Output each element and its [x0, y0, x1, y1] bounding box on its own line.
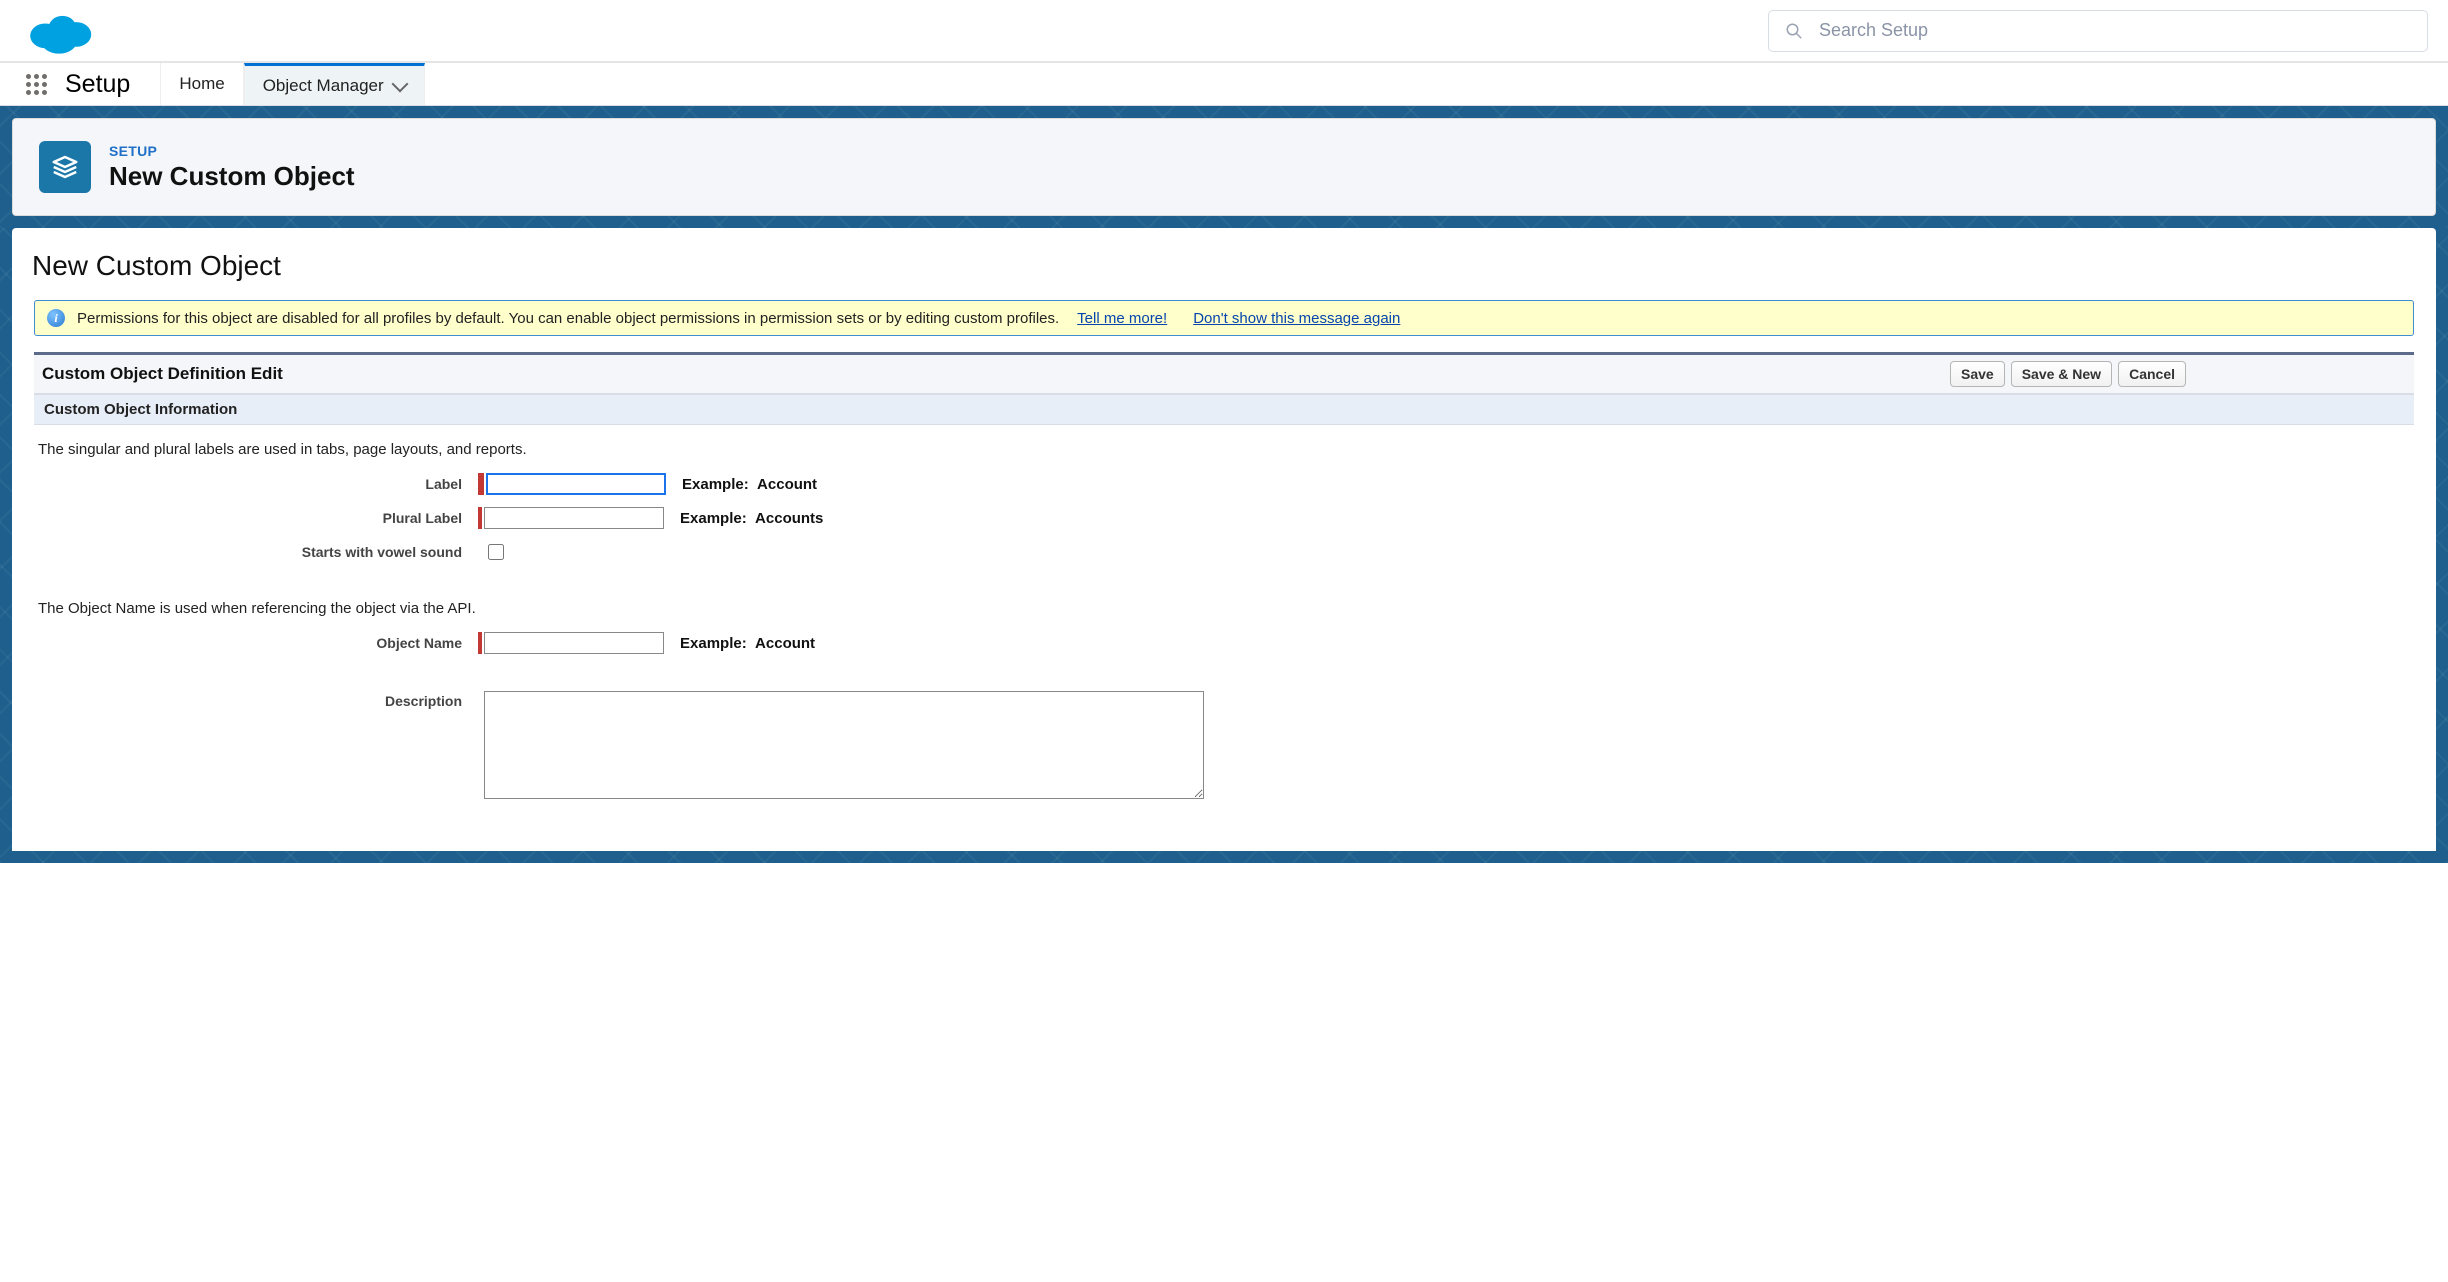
required-indicator — [478, 507, 482, 529]
page-header: SETUP New Custom Object — [12, 118, 2436, 216]
object-name-input[interactable] — [484, 632, 664, 654]
custom-object-icon — [39, 141, 91, 193]
plural-label-input[interactable] — [484, 507, 664, 529]
context-bar: Setup Home Object Manager — [0, 62, 2448, 106]
app-name: Setup — [65, 70, 130, 99]
tell-me-more-link[interactable]: Tell me more! — [1077, 310, 1167, 327]
tab-label: Object Manager — [263, 76, 384, 96]
helper-text-1: The singular and plural labels are used … — [38, 441, 2410, 458]
button-row: Save Save & New Cancel — [1950, 361, 2186, 387]
inner-title: New Custom Object — [32, 250, 2416, 282]
salesforce-cloud-logo-icon — [24, 7, 94, 55]
subsection-title: Custom Object Information — [34, 394, 2414, 425]
app-launcher-icon[interactable] — [26, 74, 47, 95]
content-card: New Custom Object i Permissions for this… — [12, 228, 2436, 851]
vowel-checkbox[interactable] — [488, 544, 504, 560]
page-eyebrow: SETUP — [109, 143, 355, 159]
chevron-down-icon — [391, 75, 408, 92]
label-input[interactable] — [486, 473, 666, 495]
global-header — [0, 0, 2448, 62]
section-title: Custom Object Definition Edit — [42, 364, 283, 384]
save-and-new-button[interactable]: Save & New — [2011, 361, 2112, 387]
tab-object-manager[interactable]: Object Manager — [244, 63, 425, 105]
search-input[interactable] — [1819, 20, 2411, 41]
row-description: Description — [38, 691, 2410, 799]
required-indicator — [478, 473, 482, 495]
dismiss-banner-link[interactable]: Don't show this message again — [1193, 310, 1400, 327]
object-name-example: Example: Account — [680, 635, 815, 652]
label-example: Example: Account — [682, 476, 817, 493]
description-textarea[interactable] — [484, 691, 1204, 799]
vowel-field-label: Starts with vowel sound — [38, 544, 478, 560]
form-region: Custom Object Definition Edit Save Save … — [34, 352, 2414, 811]
helper-text-2: The Object Name is used when referencing… — [38, 600, 2410, 617]
global-search[interactable] — [1768, 10, 2428, 52]
tab-label: Home — [179, 74, 224, 94]
object-name-field-label: Object Name — [38, 635, 478, 651]
banner-text: Permissions for this object are disabled… — [77, 310, 1059, 327]
required-indicator — [478, 632, 482, 654]
plural-label-field-label: Plural Label — [38, 510, 478, 526]
row-object-name: Object Name Example: Account — [38, 627, 2410, 659]
info-banner: i Permissions for this object are disabl… — [34, 300, 2414, 336]
page-title: New Custom Object — [109, 161, 355, 192]
header-band: SETUP New Custom Object — [0, 106, 2448, 228]
label-field-label: Label — [38, 476, 478, 492]
row-plural-label: Plural Label Example: Accounts — [38, 502, 2410, 534]
form-body: The singular and plural labels are used … — [34, 425, 2414, 811]
tab-home[interactable]: Home — [160, 63, 243, 105]
content-band: New Custom Object i Permissions for this… — [0, 228, 2448, 863]
row-vowel: Starts with vowel sound — [38, 536, 2410, 568]
description-field-label: Description — [38, 691, 478, 709]
save-button[interactable]: Save — [1950, 361, 2005, 387]
info-icon: i — [47, 309, 65, 327]
search-icon — [1785, 22, 1803, 40]
row-label: Label Example: Account — [38, 468, 2410, 500]
cancel-button[interactable]: Cancel — [2118, 361, 2186, 387]
section-bar: Custom Object Definition Edit Save Save … — [34, 355, 2414, 394]
plural-label-example: Example: Accounts — [680, 510, 823, 527]
